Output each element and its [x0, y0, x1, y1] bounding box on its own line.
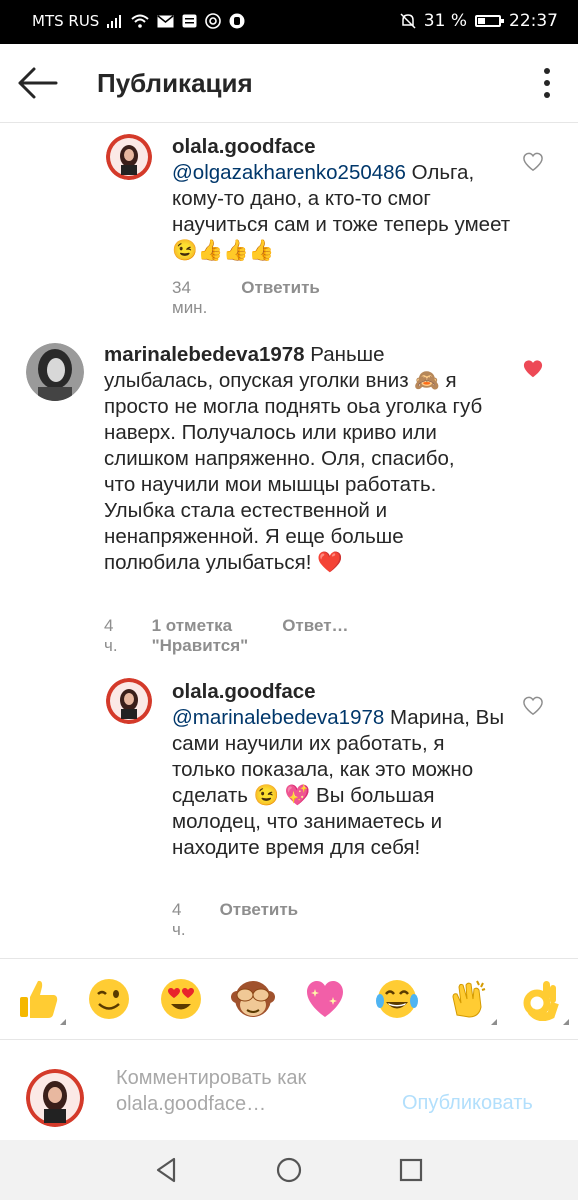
notification-icon [182, 14, 197, 28]
app-bar: Публикация [0, 44, 578, 123]
avatar[interactable] [106, 678, 152, 724]
nav-home-icon[interactable] [274, 1155, 304, 1185]
nav-back-icon[interactable] [152, 1155, 182, 1185]
comment-input[interactable]: Комментировать как olala.goodface… [116, 1065, 386, 1117]
system-nav-bar [0, 1140, 578, 1200]
status-bar: MTS RUS 31 % 22:37 [0, 0, 578, 44]
wifi-icon [131, 14, 149, 28]
signal-icon [107, 15, 122, 28]
comment-time: 4 ч. [172, 900, 186, 939]
reply-button[interactable]: Ответить [220, 900, 299, 940]
avatar[interactable] [106, 134, 152, 180]
sparkling-heart-emoji-icon[interactable] [303, 977, 347, 1021]
heart-eyes-emoji-icon[interactable] [159, 977, 203, 1021]
back-arrow-icon[interactable] [16, 64, 60, 102]
reply-button[interactable]: Ответ… [282, 616, 348, 656]
avatar[interactable] [26, 343, 84, 401]
see-no-evil-monkey-emoji-icon[interactable] [231, 977, 275, 1021]
comment-mention[interactable]: @marinalebedeva1978 [172, 706, 384, 729]
like-heart-icon[interactable] [522, 696, 544, 716]
comment-time: 34 мин. [172, 278, 208, 317]
wink-emoji-icon[interactable] [87, 977, 131, 1021]
comment-time: 4 ч. [104, 616, 118, 655]
clock: 22:37 [509, 11, 558, 31]
page-title: Публикация [97, 68, 253, 98]
comment-mention[interactable]: @olgazakharenko250486 [172, 161, 406, 184]
ok-hand-emoji-icon[interactable] [519, 977, 569, 1025]
comment-username[interactable]: olala.goodface [172, 680, 316, 703]
thumbs-up-emoji-icon[interactable] [16, 977, 66, 1025]
reply-button[interactable]: Ответить [241, 278, 320, 318]
like-heart-icon[interactable] [522, 359, 544, 379]
battery-icon [475, 15, 504, 27]
my-avatar [26, 1069, 84, 1127]
carrier-label: MTS RUS [32, 12, 100, 30]
tears-of-joy-emoji-icon[interactable] [375, 977, 419, 1021]
comment-text: Раньше улыбалась, опуская уголки вниз 🙈 … [104, 343, 483, 574]
more-options-icon[interactable] [542, 66, 552, 100]
battery-percent: 31 % [423, 11, 467, 31]
clapping-hands-emoji-icon[interactable] [447, 977, 497, 1025]
mail-icon [157, 14, 174, 27]
comment-username[interactable]: olala.goodface [172, 135, 316, 158]
nav-recents-icon[interactable] [396, 1155, 426, 1185]
comment-username[interactable]: marinalebedeva1978 [104, 343, 305, 366]
publish-button[interactable]: Опубликовать [402, 1092, 533, 1115]
mute-icon [400, 13, 416, 29]
at-icon [205, 13, 222, 29]
comment-composer: Комментировать как olala.goodface… Опубл… [0, 1040, 578, 1140]
likes-count[interactable]: 1 отметка "Нравится" [152, 616, 249, 656]
emoji-quick-bar [0, 958, 578, 1040]
hand-icon [229, 13, 245, 29]
like-heart-icon[interactable] [522, 152, 544, 172]
